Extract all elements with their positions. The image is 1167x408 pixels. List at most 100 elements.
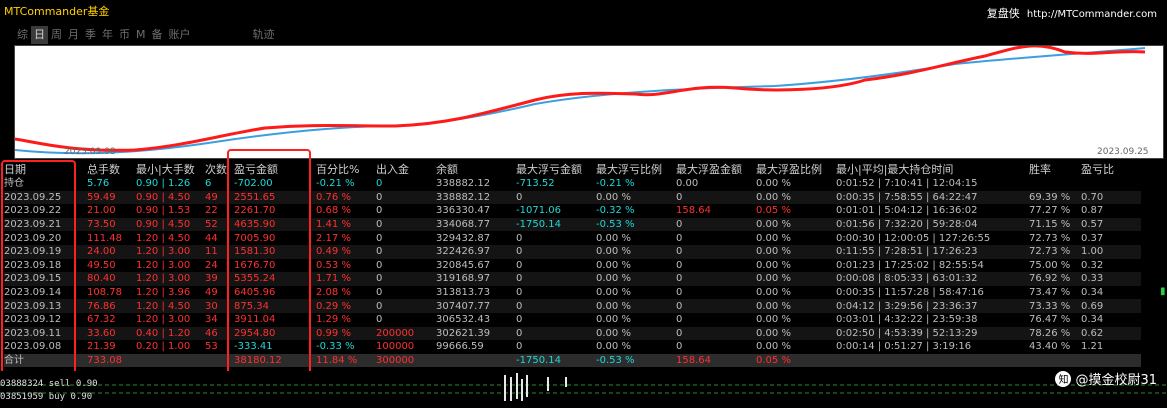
cell: 0:00:35 | 7:58:55 | 64:22:47 — [836, 190, 1029, 205]
column-header[interactable]: 总手数 — [87, 162, 136, 177]
tab-2[interactable]: 周 — [48, 26, 65, 44]
scroll-marker-icon[interactable]: ▮ — [1160, 286, 1166, 297]
cell: 0.37 — [1081, 231, 1141, 245]
column-header[interactable]: 盈亏比 — [1081, 162, 1141, 177]
cell: 73.50 — [87, 217, 136, 232]
table-row[interactable]: 2023.09.25 59.49 0.90 | 4.50 49 2551.65 0.76 … — [4, 190, 1141, 205]
cell: 1.20 | 4.50 — [136, 299, 205, 313]
table-row[interactable]: 2023.09.13 76.86 1.20 | 4.50 30 875.34 0.29 %… — [4, 299, 1141, 313]
cell: 73.33 % — [1029, 299, 1081, 313]
column-header[interactable]: 余额 — [436, 162, 516, 177]
table-row[interactable]: 2023.09.21 73.50 0.90 | 4.50 52 4635.90 1.41 … — [4, 217, 1141, 232]
cell: 320845.67 — [436, 258, 516, 273]
cell: 158.64 — [676, 353, 756, 368]
cell: 0.00 % — [756, 217, 836, 232]
cell: 0 — [516, 340, 596, 354]
cell: 0 — [676, 244, 756, 259]
cell: -1071.06 — [516, 204, 596, 218]
cell: 322426.97 — [436, 244, 516, 259]
equity-chart-svg — [14, 44, 1146, 155]
cell: 0 — [676, 285, 756, 300]
column-header[interactable]: 最小|大手数 — [136, 162, 205, 177]
tab-10[interactable]: 轨迹 — [250, 26, 278, 44]
table-row[interactable]: 2023.09.18 49.50 1.20 | 3.00 24 1676.70 0.53 … — [4, 258, 1141, 273]
cell: 329432.87 — [436, 231, 516, 245]
cell: 338882.12 — [436, 177, 516, 191]
cell: 307407.77 — [436, 299, 516, 313]
column-header[interactable]: 出入金 — [376, 162, 436, 177]
column-header[interactable]: 胜率 — [1029, 162, 1081, 177]
column-header[interactable]: 最大浮亏金额 — [516, 162, 596, 177]
brand[interactable]: 复盘侠 http://MTCommander.com — [987, 5, 1157, 21]
cell: 0.00 % — [756, 177, 836, 191]
cell — [1029, 177, 1081, 191]
cell: 0.00 % — [596, 244, 676, 259]
cell: 0 — [516, 285, 596, 300]
zhihu-logo-icon: 知 — [1055, 370, 1072, 387]
cell: 0.05 % — [756, 204, 836, 218]
cell: 2.08 % — [316, 285, 376, 300]
tab-7[interactable]: M — [133, 26, 149, 44]
cell: 2.17 % — [316, 231, 376, 245]
table-row[interactable]: 2023.09.19 24.00 1.20 | 3.00 11 1581.30 0.49 … — [4, 244, 1141, 259]
highlight-box-pnl — [227, 149, 311, 377]
tab-1[interactable]: 日 — [31, 26, 48, 44]
column-header[interactable]: 最大浮亏比例 — [596, 162, 676, 177]
cell: 306532.43 — [436, 312, 516, 327]
watermark-text: @摸金校尉31 — [1075, 373, 1157, 388]
table-row[interactable]: 2023.09.14 108.78 1.20 | 3.96 49 6405.96 2.08… — [4, 285, 1141, 300]
tab-3[interactable]: 月 — [65, 26, 82, 44]
cell: 21.39 — [87, 340, 136, 354]
column-header[interactable]: 最大浮盈金额 — [676, 162, 756, 177]
cell: 0 — [676, 272, 756, 286]
cell: 5.76 — [87, 177, 136, 191]
cell: 313813.73 — [436, 285, 516, 300]
tab-4[interactable]: 季 — [82, 26, 99, 44]
cell: 0:04:12 | 3:29:56 | 23:36:37 — [836, 299, 1029, 313]
tab-0[interactable]: 综 — [14, 26, 31, 44]
table-row[interactable]: 2023.09.11 33.60 0.40 | 1.20 46 2954.80 0.99 … — [4, 326, 1141, 341]
total-row[interactable]: 合计 733.08 38180.12 11.84 % 300000 -1750.14 -0.… — [4, 353, 1141, 368]
table-row[interactable]: 2023.09.20 111.48 1.20 | 4.50 44 7005.90 2.17… — [4, 231, 1141, 245]
cell: 0.34 — [1081, 285, 1141, 300]
cell: 1.21 — [1081, 340, 1141, 354]
column-header[interactable]: 最小|平均|最大持仓时间 — [836, 162, 1029, 177]
cell: 0 — [376, 177, 436, 191]
watermark: 知 @摸金校尉31 — [1055, 369, 1157, 388]
cell: 0.32 — [1081, 258, 1141, 273]
trade-label-sell: 03888324 sell 0.90 — [0, 379, 98, 389]
cell: 71.15 % — [1029, 217, 1081, 232]
holding-row[interactable]: 持仓 5.76 0.90 | 1.26 6 -702.00 -0.21 % 0 338882.… — [4, 177, 1141, 191]
cell: 1.20 | 3.00 — [136, 244, 205, 259]
brand-url[interactable]: http://MTCommander.com — [1027, 9, 1157, 20]
tab-6[interactable]: 币 — [116, 26, 133, 44]
cell: 200000 — [376, 326, 436, 341]
cell: 302621.39 — [436, 326, 516, 341]
cell: 0.00 % — [596, 299, 676, 313]
tab-8[interactable]: 备 — [149, 26, 166, 44]
cell: 0.00 % — [596, 190, 676, 205]
table-row[interactable]: 2023.09.22 21.00 0.90 | 1.53 22 2261.70 0.68 … — [4, 204, 1141, 218]
cell: 75.00 % — [1029, 258, 1081, 273]
cell: 49.50 — [87, 258, 136, 273]
cell: 336330.47 — [436, 204, 516, 218]
brand-name: 复盘侠 — [986, 7, 1020, 20]
column-header[interactable]: 百分比% — [316, 162, 376, 177]
cell: 0.90 | 4.50 — [136, 217, 205, 232]
cell: 0.90 | 4.50 — [136, 190, 205, 205]
equity-chart — [14, 44, 1164, 159]
table-row[interactable]: 2023.09.08 21.39 0.20 | 1.00 53 -333.41 -0.33… — [4, 340, 1141, 354]
trade-label-buy: 03851959 buy 0.90 — [0, 392, 93, 402]
tab-5[interactable]: 年 — [99, 26, 116, 44]
cell: 0 — [516, 299, 596, 313]
cell: 0.53 % — [316, 258, 376, 273]
tab-9[interactable]: 账户 — [166, 26, 194, 44]
column-header[interactable]: 最大浮盈比例 — [756, 162, 836, 177]
table-row[interactable]: 2023.09.12 67.32 1.20 | 3.00 34 3911.04 1.29 … — [4, 312, 1141, 327]
cell: 78.26 % — [1029, 326, 1081, 341]
cell: 0 — [376, 312, 436, 327]
table-row[interactable]: 2023.09.15 80.40 1.20 | 3.00 39 5355.24 1.71 … — [4, 272, 1141, 286]
cell: 0.90 | 1.53 — [136, 204, 205, 218]
cell: 319168.97 — [436, 272, 516, 286]
cell: 1.29 % — [316, 312, 376, 327]
